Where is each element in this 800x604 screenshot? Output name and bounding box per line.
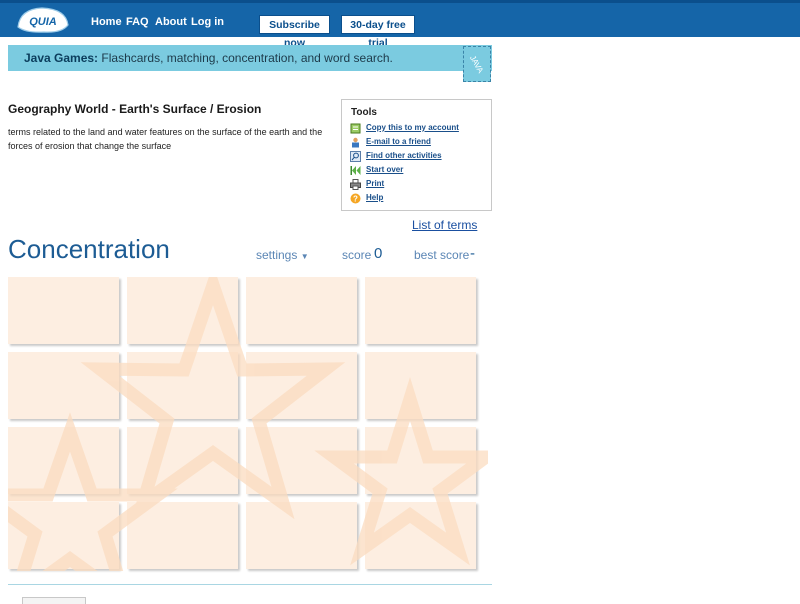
score-value: 0 [374,245,383,262]
search-icon [350,151,361,162]
card[interactable] [365,352,476,419]
card[interactable] [365,277,476,344]
copy-icon [350,123,361,134]
print-icon [350,179,361,190]
top-nav-bar: QUIA Home FAQ About Log in Subscribe now… [0,0,800,49]
card[interactable] [127,502,238,569]
chevron-down-icon: ▼ [300,252,309,261]
nav-home-link[interactable]: Home [91,16,122,28]
card[interactable] [8,427,119,494]
java-games-banner: Java Games: Flashcards, matching, concen… [8,45,492,71]
activity-description: terms related to the land and water feat… [8,127,323,151]
rewind-icon [350,166,361,175]
tools-panel: Tools Copy this to my account E-mail to … [341,99,492,211]
card[interactable] [127,427,238,494]
nav-faq-link[interactable]: FAQ [126,16,149,28]
bottom-divider [8,584,492,585]
best-score-value: - [470,245,475,262]
card[interactable] [127,352,238,419]
score-label: score [342,248,372,262]
card[interactable] [8,502,119,569]
svg-text:?: ? [353,194,358,203]
banner-text: Java Games: Flashcards, matching, concen… [24,51,393,65]
card[interactable] [246,427,357,494]
help-icon: ? [350,193,361,204]
subscribe-button[interactable]: Subscribe now [259,15,330,49]
settings-dropdown[interactable]: settings ▼ [256,248,309,262]
find-activities-label: Find other activities [366,151,442,160]
banner-description: Flashcards, matching, concentration, and… [98,51,393,65]
activity-title: Geography World - Earth's Surface / Eros… [8,102,262,116]
java-icon: JAVA [463,46,491,82]
card[interactable] [246,277,357,344]
email-friend-label: E-mail to a friend [366,137,431,146]
copy-to-account-label: Copy this to my account [366,123,459,132]
best-score-label: best score [414,248,470,262]
print-label: Print [366,179,385,188]
card[interactable] [246,352,357,419]
help-label: Help [366,193,384,202]
card[interactable] [246,502,357,569]
nav-login-link[interactable]: Log in [191,16,224,28]
settings-label: settings [256,248,298,262]
bottom-button[interactable] [22,597,86,604]
quia-logo[interactable]: QUIA [14,5,70,35]
card[interactable] [8,277,119,344]
banner-bold-label: Java Games: [24,51,99,65]
email-icon [352,137,359,148]
logo-text: QUIA [29,16,57,28]
java-icon-text: JAVA [468,54,486,75]
card[interactable] [8,352,119,419]
tools-heading: Tools [351,107,377,118]
game-title: Concentration [8,234,170,264]
list-of-terms-link[interactable]: List of terms [412,218,477,232]
nav-about-link[interactable]: About [155,16,187,28]
card[interactable] [365,502,476,569]
card[interactable] [365,427,476,494]
card[interactable] [127,277,238,344]
card-grid [8,277,488,571]
start-over-label: Start over [366,165,404,174]
free-trial-button[interactable]: 30-day free trial [341,15,415,49]
